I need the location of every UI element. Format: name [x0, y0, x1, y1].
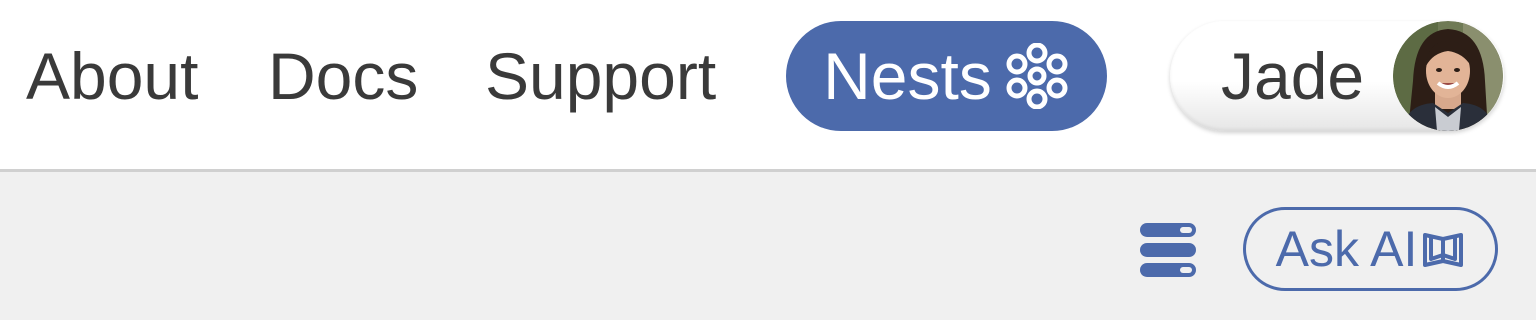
secondary-toolbar: Ask AI — [0, 172, 1536, 320]
user-menu-button[interactable]: Jade — [1170, 21, 1504, 131]
nests-label: Nests — [823, 39, 992, 113]
nests-ring-icon — [1006, 43, 1068, 109]
top-navigation-bar: About Docs Support Nests Jade — [0, 0, 1536, 172]
ask-ai-button[interactable]: Ask AI — [1243, 207, 1498, 291]
user-name: Jade — [1221, 39, 1365, 113]
avatar — [1393, 21, 1503, 131]
book-icon — [1423, 233, 1464, 267]
nests-button[interactable]: Nests — [786, 21, 1107, 131]
nav-link-about[interactable]: About — [26, 40, 198, 112]
list-menu-icon[interactable] — [1138, 220, 1198, 280]
nav-link-docs[interactable]: Docs — [268, 40, 418, 112]
ask-ai-label: Ask AI — [1275, 221, 1418, 277]
nav-link-support[interactable]: Support — [485, 40, 716, 112]
